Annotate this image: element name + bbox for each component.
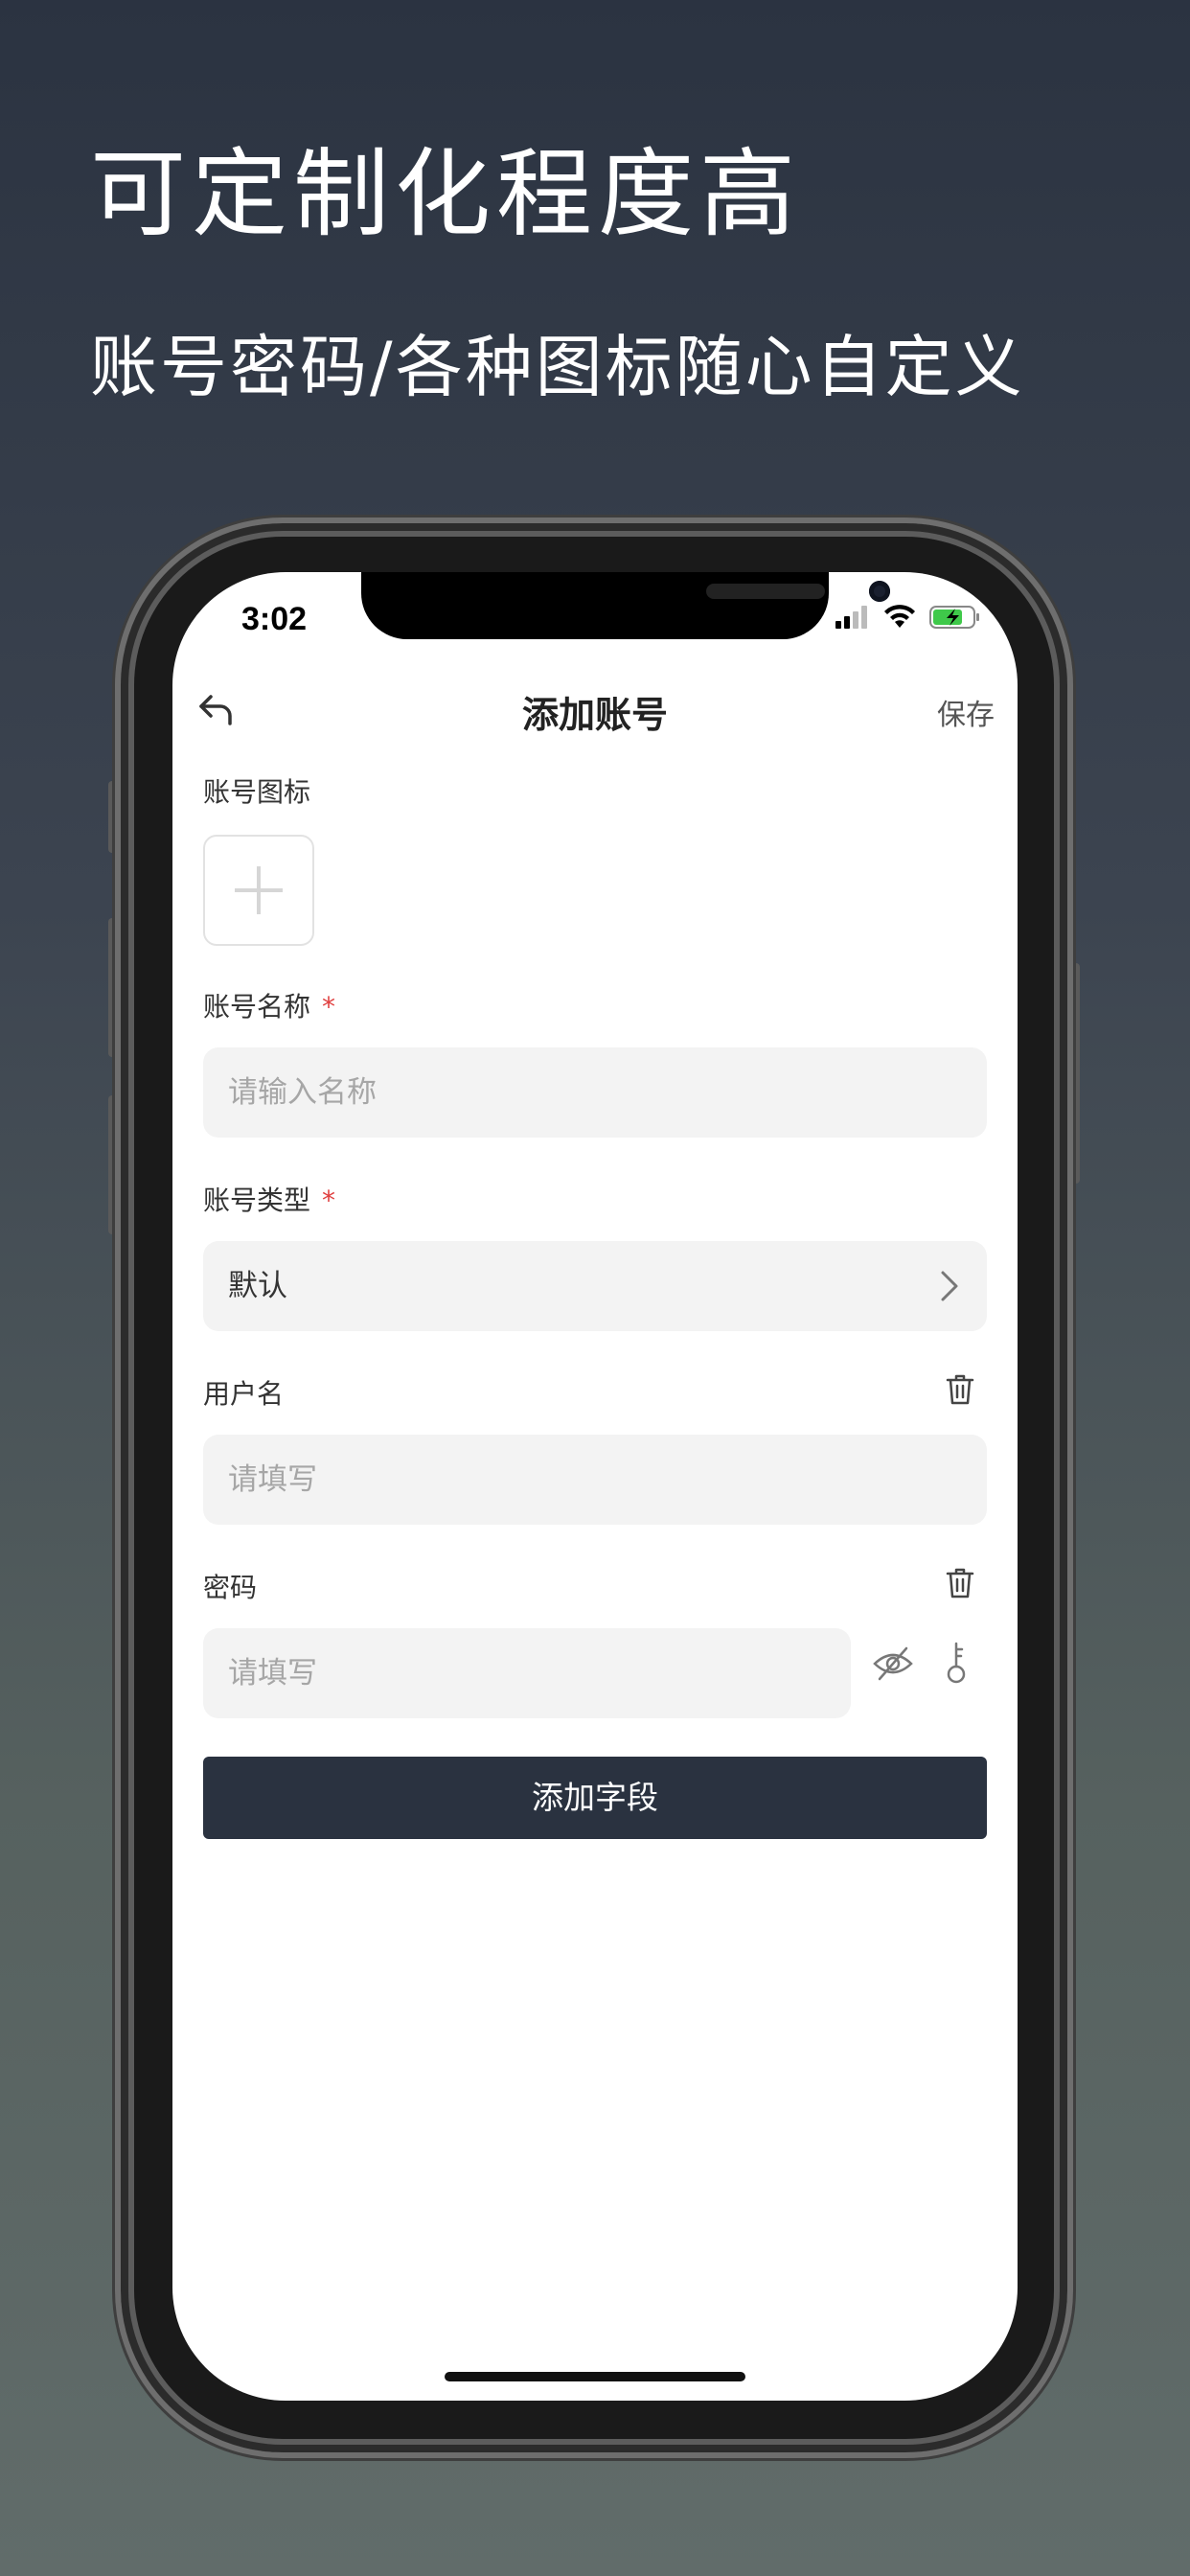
required-marker: *: [322, 991, 336, 1023]
icon-field-label: 账号图标: [203, 776, 311, 808]
notch: [361, 572, 890, 639]
battery-charging-icon: [929, 606, 979, 629]
cellular-signal-icon: [835, 606, 867, 629]
trash-icon[interactable]: [945, 1373, 975, 1406]
name-input[interactable]: 请输入名称: [203, 1047, 987, 1138]
save-button[interactable]: 保存: [937, 691, 995, 733]
name-label-text: 账号名称: [203, 991, 311, 1023]
speaker-grille: [706, 584, 825, 599]
type-field-label: 账号类型 *: [203, 1180, 335, 1218]
chevron-right-icon: [941, 1271, 958, 1301]
add-field-button[interactable]: 添加字段: [203, 1757, 987, 1839]
username-field-label: 用户名: [203, 1378, 285, 1410]
eye-off-icon[interactable]: [872, 1644, 914, 1683]
type-label-text: 账号类型: [203, 1184, 311, 1216]
phone-screen: 3:02 添加账号 保存 账号图标 账号名称 * 请输入名称 账号类型 * 默认…: [172, 572, 1018, 2401]
promo-subtitle: 账号密码/各种图标随心自定义: [90, 328, 1025, 406]
key-icon[interactable]: [939, 1640, 973, 1686]
nav-bar: 添加账号 保存: [172, 676, 1018, 743]
username-input[interactable]: 请填写: [203, 1435, 987, 1525]
password-input[interactable]: 请填写: [203, 1628, 851, 1718]
status-icons: [835, 605, 981, 630]
trash-icon[interactable]: [945, 1567, 975, 1599]
page-title: 添加账号: [521, 694, 668, 736]
type-select[interactable]: 默认: [203, 1241, 987, 1331]
type-select-value: 默认: [228, 1269, 287, 1303]
home-indicator: [445, 2372, 745, 2381]
wifi-icon: [884, 605, 915, 628]
status-time: 3:02: [241, 601, 308, 637]
add-icon-button[interactable]: [203, 835, 314, 946]
promo-title: 可定制化程度高: [90, 138, 801, 250]
front-camera: [869, 581, 890, 602]
required-marker: *: [322, 1184, 336, 1216]
password-field-label: 密码: [203, 1572, 258, 1603]
name-field-label: 账号名称 *: [203, 986, 335, 1024]
